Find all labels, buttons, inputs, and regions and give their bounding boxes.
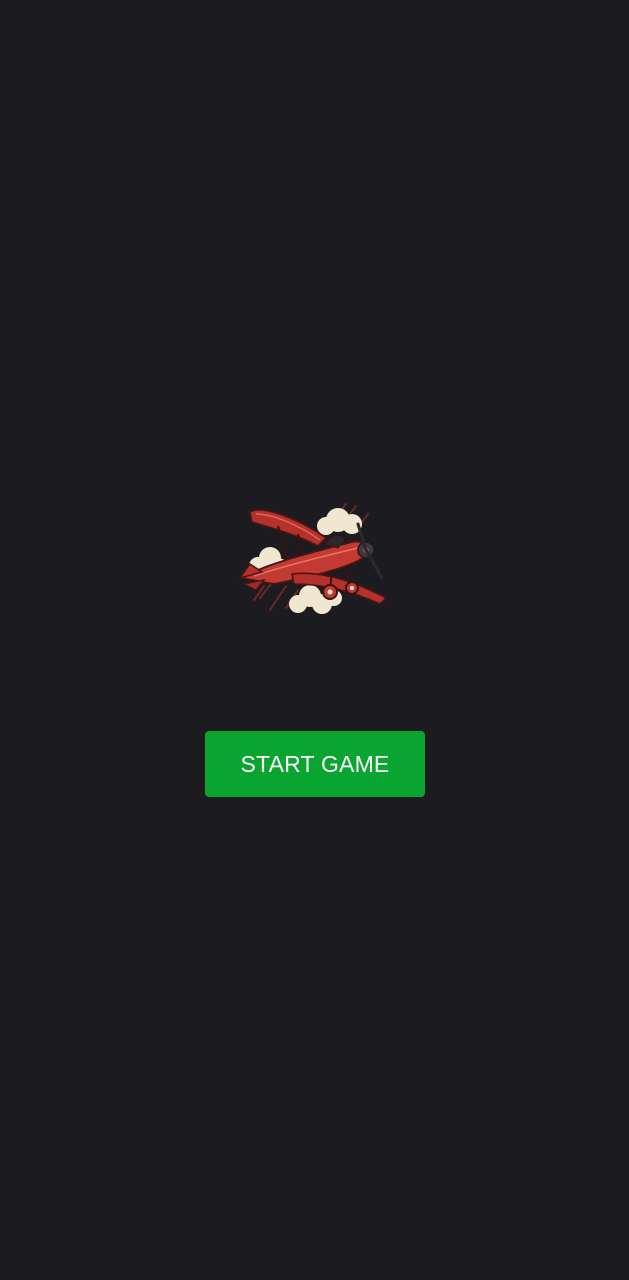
biplane-logo-icon [234, 494, 394, 622]
start-game-button[interactable]: START GAME [205, 731, 425, 797]
start-screen: START GAME [0, 0, 629, 1280]
